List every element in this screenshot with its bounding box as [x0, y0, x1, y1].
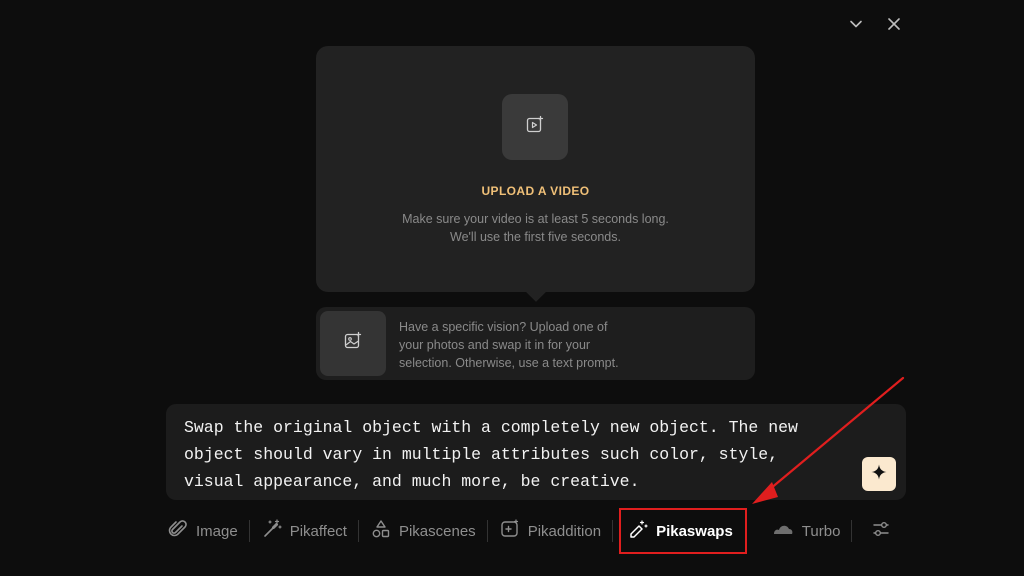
video-upload-icon: [525, 115, 545, 140]
paperclip-icon: [167, 518, 189, 544]
tool-pikaffect[interactable]: Pikaffect: [260, 510, 348, 552]
upload-description-line: We'll use the first five seconds.: [450, 230, 621, 244]
settings-button[interactable]: [870, 510, 892, 552]
swap-image-card: Have a specific vision? Upload one of yo…: [316, 307, 755, 380]
toolbar-divider: [248, 520, 250, 542]
swap-hint-line: Have a specific vision? Upload one of: [399, 320, 608, 334]
swap-wand-icon: [627, 518, 649, 544]
window-controls: [844, 12, 906, 36]
toolbar-divider: [851, 520, 853, 542]
toolbar-divider: [757, 520, 758, 542]
toolbar-divider: [357, 520, 359, 542]
prompt-line: object should vary in multiple attribute…: [184, 445, 779, 464]
tool-pikascenes[interactable]: Pikascenes: [369, 510, 477, 552]
toolbar-divider: [486, 520, 488, 542]
swap-hint-text: Have a specific vision? Upload one of yo…: [399, 318, 659, 372]
prompt-line: visual appearance, and much more, be cre…: [184, 472, 640, 491]
toolbar-divider: [612, 520, 614, 542]
tool-label: Pikaswaps: [656, 522, 733, 540]
tool-label: Pikaffect: [289, 522, 347, 540]
chevron-down-icon[interactable]: [844, 12, 868, 36]
upload-title: UPLOAD A VIDEO: [481, 184, 590, 198]
upload-video-card[interactable]: UPLOAD A VIDEO Make sure your video is a…: [316, 46, 755, 302]
cloud-icon: [771, 518, 795, 544]
swap-hint-line: your photos and swap it in for your: [399, 338, 591, 352]
upload-video-button[interactable]: [502, 94, 568, 160]
sliders-icon: [871, 519, 891, 543]
tool-image[interactable]: Image: [166, 510, 239, 552]
swap-hint-line: selection. Otherwise, use a text prompt.: [399, 356, 619, 370]
tool-label: Pikaddition: [527, 522, 602, 540]
tool-label: Pikascenes: [398, 522, 476, 540]
upload-description-line: Make sure your video is at least 5 secon…: [402, 212, 669, 226]
tool-label: Image: [196, 522, 238, 540]
upload-image-button[interactable]: [320, 311, 386, 376]
add-video-icon: [499, 518, 521, 544]
feature-toolbar: Image Pikaffect Pikascenes Pikaddition P…: [166, 508, 906, 554]
tool-turbo[interactable]: Turbo: [770, 510, 842, 552]
prompt-line: Swap the original object with a complete…: [184, 418, 798, 437]
card-pointer: [526, 282, 546, 302]
tool-pikaswaps[interactable]: Pikaswaps: [619, 508, 747, 554]
enhance-prompt-button[interactable]: [862, 457, 896, 491]
tool-pikaddition[interactable]: Pikaddition: [498, 510, 602, 552]
tool-label: Turbo: [801, 522, 841, 540]
close-icon[interactable]: [882, 12, 906, 36]
shapes-icon: [370, 518, 392, 544]
image-upload-icon: [343, 331, 363, 356]
upload-description: Make sure your video is at least 5 secon…: [356, 210, 715, 246]
sparkle-icon: [870, 463, 888, 486]
prompt-text[interactable]: Swap the original object with a complete…: [184, 414, 854, 495]
prompt-input[interactable]: Swap the original object with a complete…: [166, 404, 906, 500]
magic-wand-icon: [261, 518, 283, 544]
